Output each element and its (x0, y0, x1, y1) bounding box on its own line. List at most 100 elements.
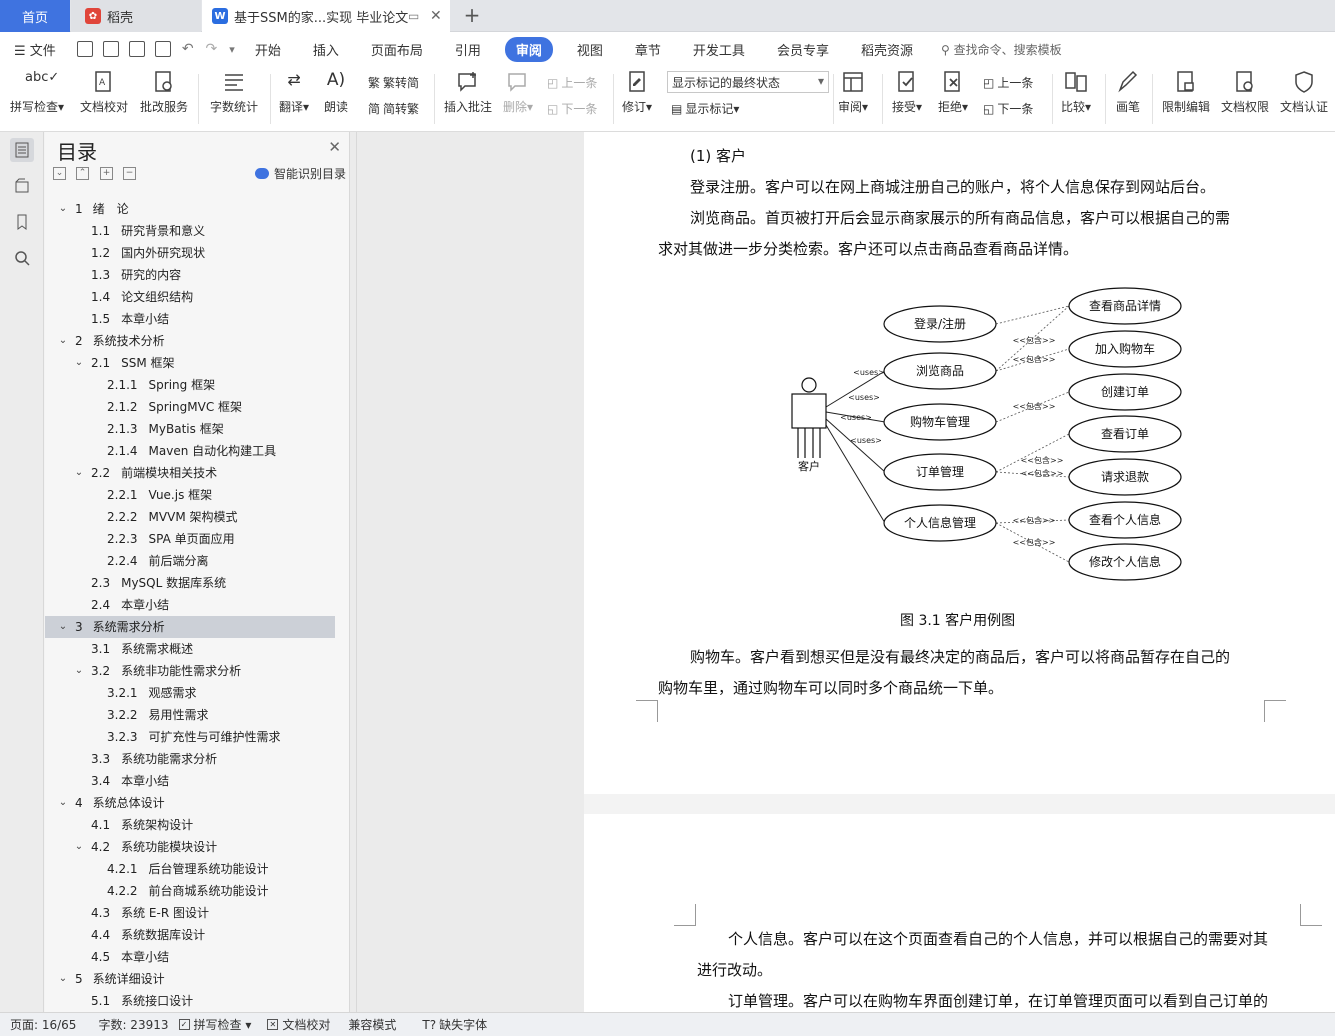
accept-button[interactable]: 接受▾ (892, 70, 922, 115)
close-icon[interactable]: ✕ (328, 138, 341, 156)
proofread-status[interactable]: ✕ 文档校对 (267, 1016, 330, 1033)
show-markup-button[interactable]: ▤ 显示标记 ▾ (671, 100, 739, 117)
doc-certify-button[interactable]: 文档认证 (1280, 70, 1328, 115)
read-aloud-button[interactable]: A) 朗读 (324, 70, 348, 115)
proofread-button[interactable]: A 文档校对 (80, 70, 128, 115)
toc-item[interactable]: 2.2.2 MVVM 架构模式 (45, 506, 335, 528)
menu-chapter[interactable]: 章节 (627, 40, 669, 59)
toc-item[interactable]: ⌄ 3.2 系统非功能性需求分析 (45, 660, 335, 682)
restrict-edit-button[interactable]: 限制编辑 (1162, 70, 1210, 115)
tab-close-icon[interactable]: ✕ (430, 8, 442, 24)
toc-item[interactable]: 1.5 本章小结 (45, 308, 335, 330)
new-tab-button[interactable]: + (460, 4, 484, 28)
chevron-down-icon[interactable]: ⌄ (73, 462, 85, 484)
markup-state-select[interactable]: 显示标记的最终状态 (667, 71, 829, 93)
toc-item[interactable]: 5.1 系统接口设计 (45, 990, 335, 1010)
toc-item[interactable]: 1.2 国内外研究现状 (45, 242, 335, 264)
toc-item[interactable]: ⌄ 2 系统技术分析 (45, 330, 335, 352)
simp-to-trad-button[interactable]: 简简转繁 (368, 100, 419, 117)
find-icon[interactable] (10, 246, 34, 270)
menu-layout[interactable]: 页面布局 (363, 40, 431, 59)
chevron-down-icon[interactable]: ⌄ (73, 352, 85, 374)
menu-reference[interactable]: 引用 (447, 40, 489, 59)
translate-button[interactable]: ⇄ 翻译▾ (279, 70, 309, 115)
toc-item[interactable]: 3.2.1 观感需求 (45, 682, 335, 704)
toc-item[interactable]: ⌄ 2.2 前端模块相关技术 (45, 462, 335, 484)
toc-item[interactable]: 4.1 系统架构设计 (45, 814, 335, 836)
expand-up-icon[interactable]: ⌃ (76, 167, 89, 180)
annotate-service-button[interactable]: 批改服务 (140, 70, 188, 115)
chevron-down-icon[interactable]: ⌄ (57, 330, 69, 352)
toc-item[interactable]: 4.2.1 后台管理系统功能设计 (45, 858, 335, 880)
toc-item[interactable]: 1.1 研究背景和意义 (45, 220, 335, 242)
chevron-down-icon[interactable]: ⌄ (73, 836, 85, 858)
toc-item[interactable]: 2.2.1 Vue.js 框架 (45, 484, 335, 506)
tab-document[interactable]: W 基于SSM的家...实现 毕业论文 ▭ ✕ (202, 0, 450, 32)
menu-view[interactable]: 视图 (569, 40, 611, 59)
redo-icon[interactable]: ↷ (206, 41, 218, 57)
menu-start[interactable]: 开始 (247, 40, 289, 59)
toc-item[interactable]: 3.2.2 易用性需求 (45, 704, 335, 726)
spell-check-button[interactable]: abc✓ 拼写检查▾ (10, 70, 64, 115)
page-indicator[interactable]: 页面: 16/65 (10, 1016, 76, 1033)
toc-item[interactable]: ⌄ 4.2 系统功能模块设计 (45, 836, 335, 858)
insert-comment-button[interactable]: 插入批注 (444, 70, 492, 115)
menu-insert[interactable]: 插入 (305, 40, 347, 59)
toc-item[interactable]: 3.1 系统需求概述 (45, 638, 335, 660)
menu-review[interactable]: 审阅 (504, 36, 553, 62)
prev-change-button[interactable]: ◰ 上一条 (983, 74, 1033, 91)
review-pane-button[interactable]: 审阅▾ (838, 70, 868, 115)
word-count-button[interactable]: 字数统计 (210, 70, 258, 115)
toc-item[interactable]: ⌄ 3 系统需求分析 (45, 616, 335, 638)
chevron-down-icon[interactable]: ⌄ (57, 792, 69, 814)
next-comment-button[interactable]: ◱ 下一条 (547, 100, 597, 117)
print-preview-icon[interactable] (154, 41, 171, 57)
toc-item[interactable]: 2.1.2 SpringMVC 框架 (45, 396, 335, 418)
toc-item[interactable]: 4.5 本章小结 (45, 946, 335, 968)
pen-button[interactable]: 画笔 (1116, 70, 1140, 115)
word-count-status[interactable]: 字数: 23913 (98, 1016, 168, 1033)
toc-item[interactable]: 3.3 系统功能需求分析 (45, 748, 335, 770)
toc-item[interactable]: 2.4 本章小结 (45, 594, 335, 616)
export-icon[interactable] (102, 41, 119, 57)
command-search[interactable]: ⚲ 查找命令、搜索模板 (941, 41, 1062, 58)
tab-daoke[interactable]: ✿ 稻壳 (71, 0, 201, 32)
toc-item[interactable]: 4.3 系统 E-R 图设计 (45, 902, 335, 924)
toc-item[interactable]: 3.2.3 可扩充性与可维护性需求 (45, 726, 335, 748)
toc-item[interactable]: ⌄ 5 系统详细设计 (45, 968, 335, 990)
collapse-all-icon[interactable]: ⌄ (53, 167, 66, 180)
spell-check-status[interactable]: ✓ 拼写检查 ▾ (178, 1016, 251, 1033)
doc-permission-button[interactable]: 文档权限 (1221, 70, 1269, 115)
trad-to-simp-button[interactable]: 繁繁转简 (368, 74, 419, 91)
chevron-down-icon[interactable]: ⌄ (57, 198, 69, 220)
toc-item[interactable]: 4.4 系统数据库设计 (45, 924, 335, 946)
chevron-down-icon[interactable]: ⌄ (73, 660, 85, 682)
reject-button[interactable]: 拒绝▾ (938, 70, 968, 115)
toc-item[interactable]: 2.2.3 SPA 单页面应用 (45, 528, 335, 550)
bookmark-icon[interactable] (10, 210, 34, 234)
file-menu-button[interactable]: ☰ 文件 (6, 40, 64, 59)
chevron-down-icon[interactable]: ⌄ (57, 616, 69, 638)
undo-icon[interactable]: ↶ (182, 41, 194, 57)
toc-item[interactable]: ⌄ 2.1 SSM 框架 (45, 352, 335, 374)
toc-item[interactable]: ⌄ 1 绪 论 (45, 198, 335, 220)
toc-item[interactable]: 2.1.1 Spring 框架 (45, 374, 335, 396)
menu-member[interactable]: 会员专享 (769, 40, 837, 59)
smart-toc-button[interactable]: 智能识别目录 (255, 165, 346, 182)
remove-heading-icon[interactable]: − (123, 167, 136, 180)
compare-button[interactable]: 比较▾ (1061, 70, 1091, 115)
chevron-down-icon[interactable]: ⌄ (57, 968, 69, 990)
toc-item[interactable]: 4.2.2 前台商城系统功能设计 (45, 880, 335, 902)
add-heading-icon[interactable]: + (100, 167, 113, 180)
toc-item[interactable]: ⌄ 4 系统总体设计 (45, 792, 335, 814)
chapter-nav-icon[interactable] (10, 174, 34, 198)
toc-item[interactable]: 2.3 MySQL 数据库系统 (45, 572, 335, 594)
tab-home[interactable]: 首页 (0, 0, 70, 32)
quick-access-dropdown-icon[interactable]: ▾ (229, 43, 235, 56)
next-change-button[interactable]: ◱ 下一条 (983, 100, 1033, 117)
save-icon[interactable] (76, 41, 93, 57)
revise-button[interactable]: 修订▾ (622, 70, 652, 115)
toc-pane-icon[interactable] (10, 138, 34, 162)
missing-font-status[interactable]: T? 缺失字体 (422, 1016, 487, 1033)
print-icon[interactable] (128, 41, 145, 57)
